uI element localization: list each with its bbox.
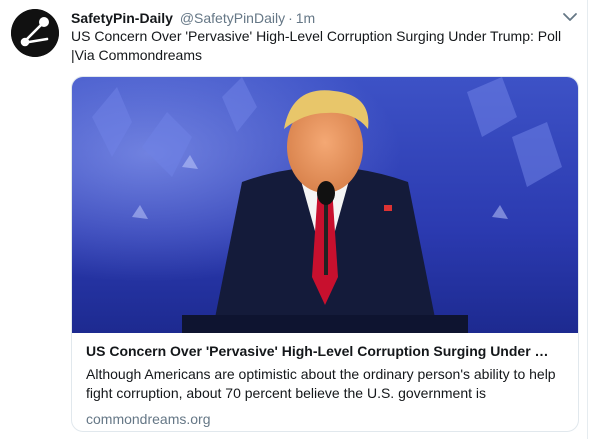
card-body: US Concern Over 'Pervasive' High-Level C… xyxy=(86,341,566,429)
timeline-divider xyxy=(587,0,588,439)
tweet-header: SafetyPin-Daily @SafetyPinDaily · 1m xyxy=(71,9,315,27)
separator-dot: · xyxy=(288,10,293,26)
card-domain[interactable]: commondreams.org xyxy=(86,410,566,429)
tweet-text-line-1: US Concern Over 'Pervasive' High-Level C… xyxy=(71,28,562,44)
link-card[interactable]: US Concern Over 'Pervasive' High-Level C… xyxy=(71,76,579,432)
chevron-down-icon[interactable] xyxy=(562,11,578,23)
card-description: Although Americans are optimistic about … xyxy=(86,366,556,401)
card-image[interactable] xyxy=(72,77,578,333)
timestamp[interactable]: 1m xyxy=(296,10,315,26)
display-name[interactable]: SafetyPin-Daily xyxy=(71,10,173,26)
tweet-text-line-2: |Via Commondreams xyxy=(71,47,202,63)
tweet-text: US Concern Over 'Pervasive' High-Level C… xyxy=(71,27,571,65)
card-title[interactable]: US Concern Over 'Pervasive' High-Level C… xyxy=(86,341,556,361)
avatar[interactable] xyxy=(11,9,59,57)
safety-pin-icon xyxy=(11,9,59,57)
user-handle[interactable]: @SafetyPinDaily xyxy=(180,10,285,26)
